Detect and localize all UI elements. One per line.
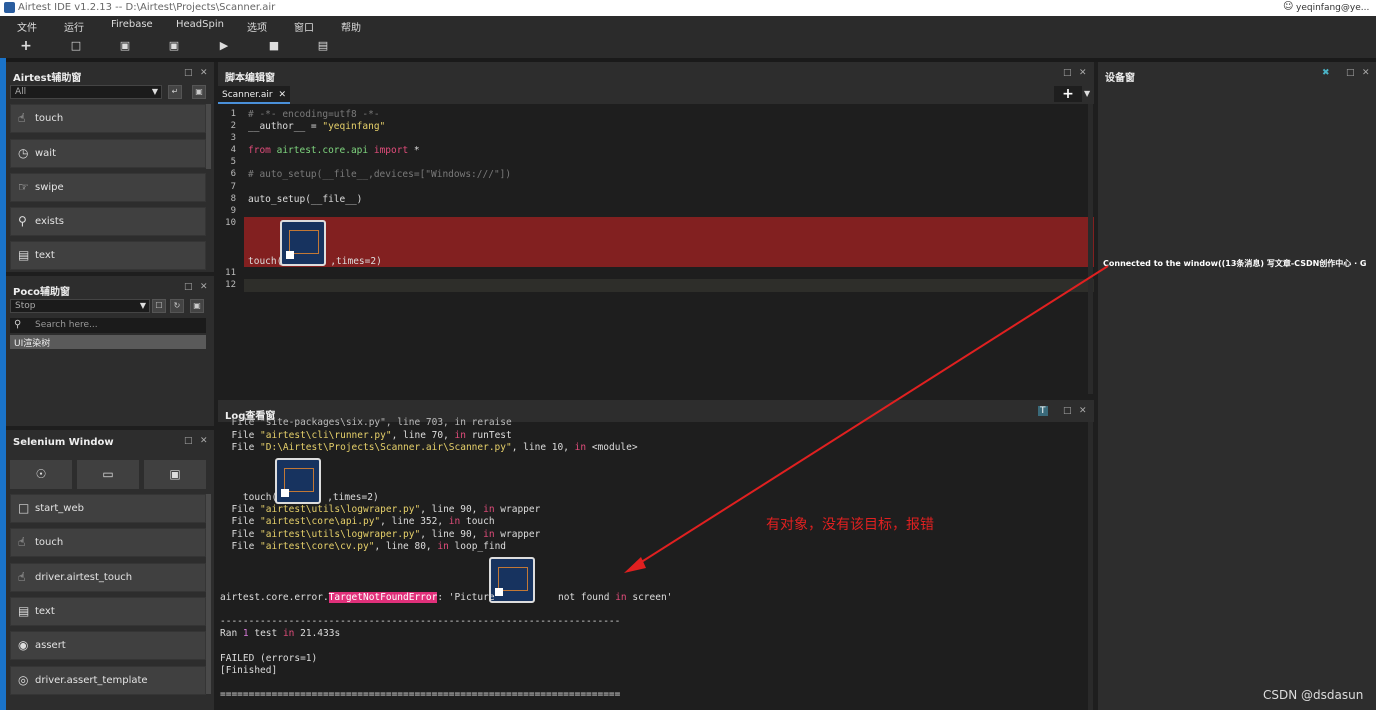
- annotation-text: 有对象，没有该目标，报错: [766, 517, 934, 533]
- annotation-overlay: [624, 265, 1109, 573]
- watermark: CSDN @dsdasun: [1263, 688, 1364, 702]
- annotation-arrowhead: [624, 557, 646, 573]
